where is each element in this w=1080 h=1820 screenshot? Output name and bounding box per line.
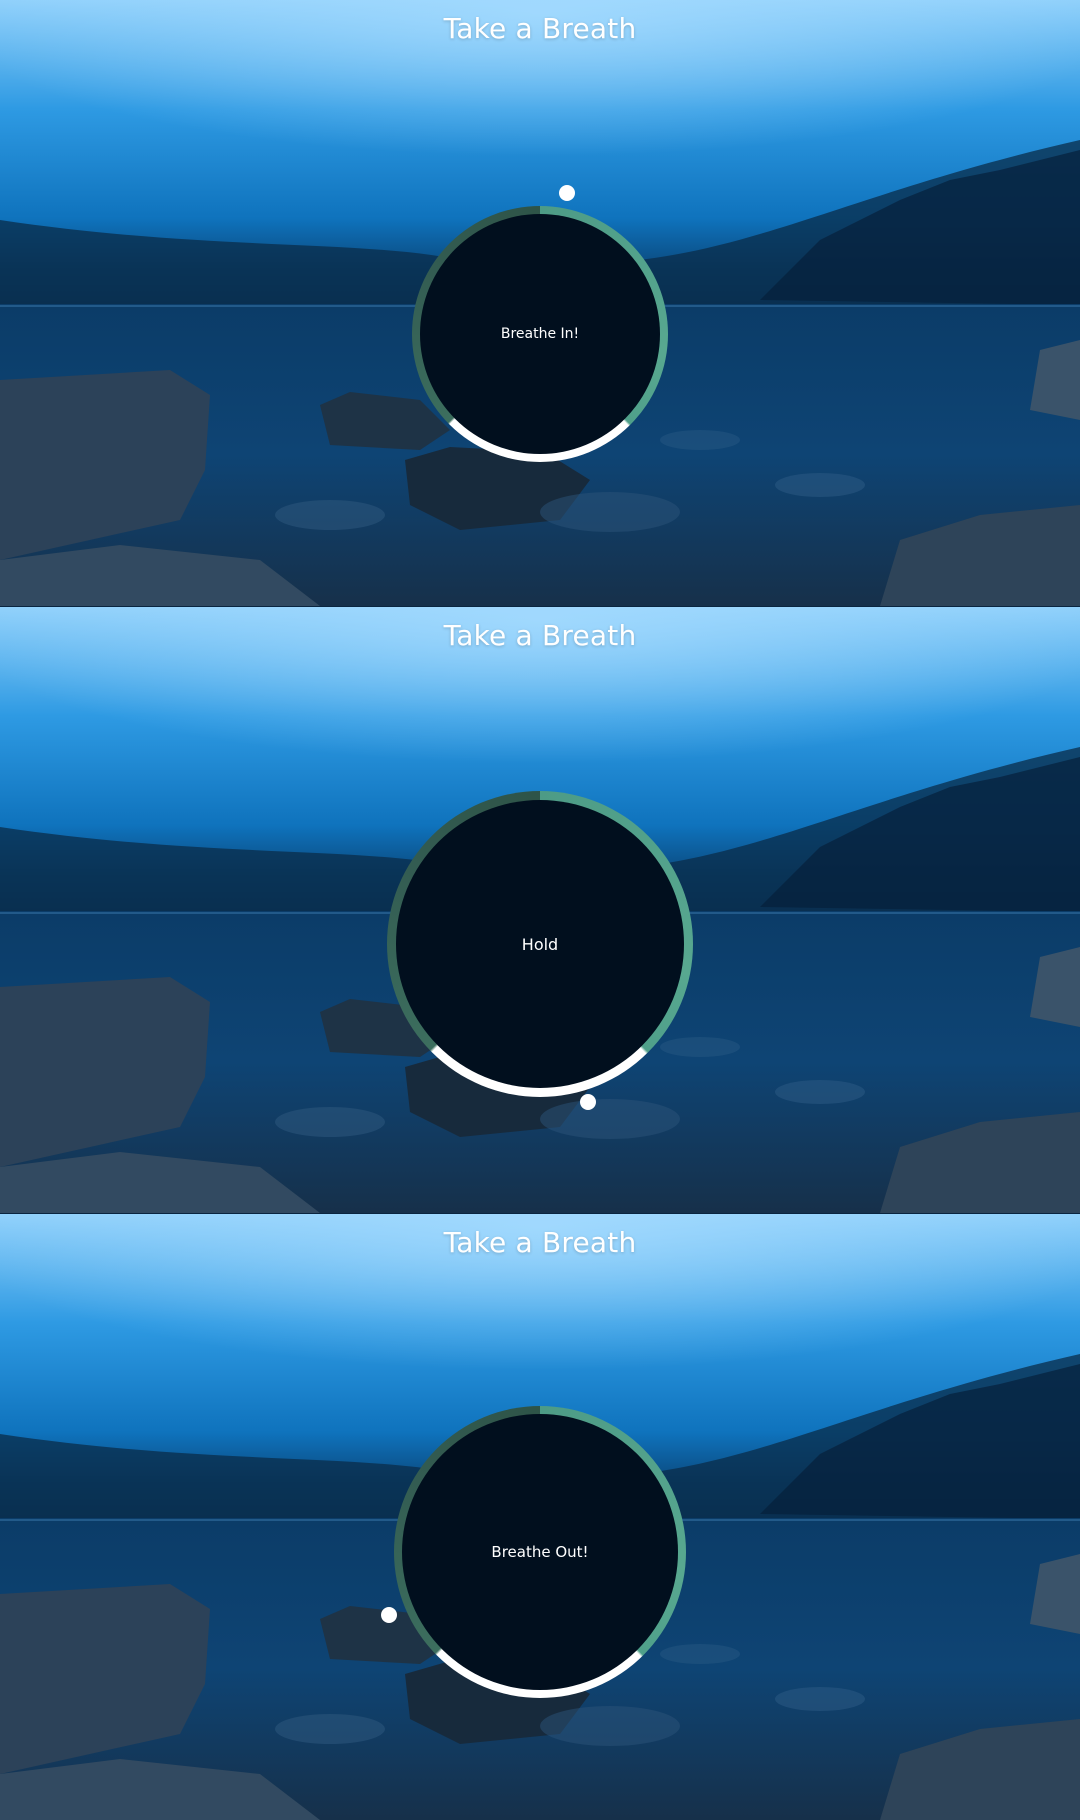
- breath-screen-1: Take a Breath Breathe In!: [0, 0, 1080, 606]
- breath-circle: Breathe In!: [412, 206, 668, 462]
- breath-core: Breathe Out!: [402, 1414, 678, 1690]
- app-title: Take a Breath: [443, 619, 637, 652]
- breath-screen-3: Take a Breath Breathe Out!: [0, 1214, 1080, 1820]
- breath-state-label: Hold: [521, 934, 559, 954]
- breath-circle: Breathe Out!: [394, 1406, 686, 1698]
- pointer-dot-icon: [580, 1094, 596, 1110]
- pointer-dot-icon: [559, 185, 575, 201]
- breath-circle: Hold: [387, 791, 693, 1097]
- breath-state-label: Breathe Out!: [491, 1543, 589, 1561]
- breath-core: Breathe In!: [420, 214, 660, 454]
- breath-state-label: Breathe In!: [500, 326, 580, 342]
- breath-screen-2: Take a Breath Hold: [0, 607, 1080, 1213]
- app-title: Take a Breath: [443, 12, 637, 45]
- app-title: Take a Breath: [443, 1226, 637, 1259]
- breath-core: Hold: [396, 800, 684, 1088]
- pointer-dot-icon: [381, 1607, 397, 1623]
